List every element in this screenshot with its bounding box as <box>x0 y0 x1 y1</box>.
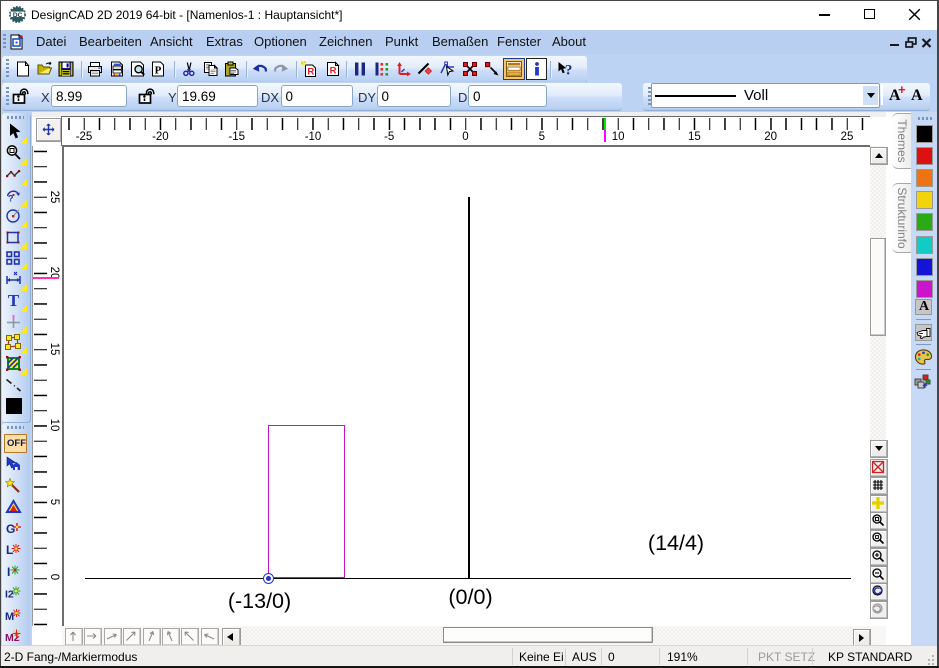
svg-text:P: P <box>155 65 162 77</box>
svg-text:I: I <box>7 565 10 579</box>
svg-text:?: ? <box>565 63 573 78</box>
svg-text:T: T <box>8 292 20 308</box>
svg-text:L: L <box>6 543 13 557</box>
svg-text:G: G <box>6 522 15 536</box>
svg-text:DC: DC <box>13 12 23 19</box>
svg-text:I2: I2 <box>5 589 14 601</box>
svg-text:R: R <box>330 66 337 77</box>
svg-text:R: R <box>307 67 314 77</box>
